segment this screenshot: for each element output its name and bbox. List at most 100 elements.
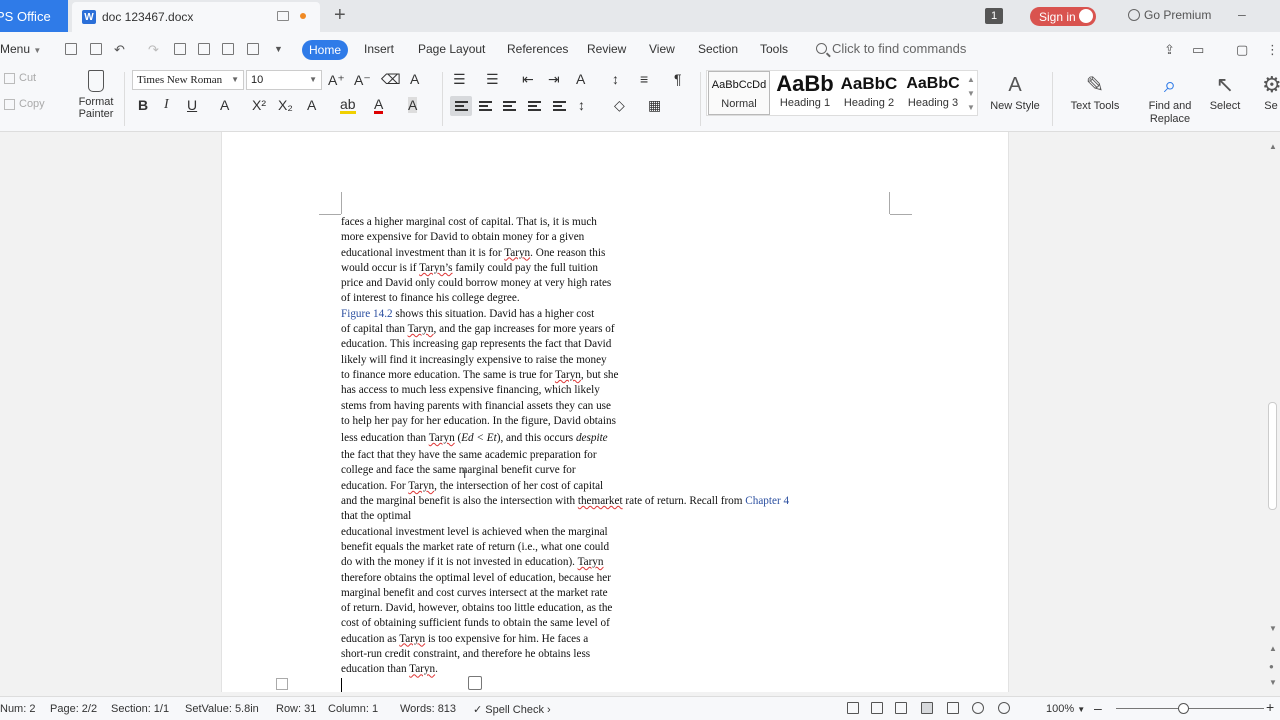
shrink-font-icon[interactable]: A⁻ [354, 72, 371, 89]
zoom-out-icon[interactable]: – [1094, 700, 1102, 716]
minimize-icon[interactable]: – [1238, 6, 1246, 22]
select-button[interactable]: ↖ Select [1204, 70, 1246, 113]
underline-icon[interactable]: U [187, 97, 197, 113]
character-shading-icon[interactable]: A [408, 97, 418, 113]
window-layout-icon[interactable]: ▭ [1192, 42, 1204, 58]
open-folder-icon[interactable] [90, 43, 102, 55]
paste-options-icon[interactable] [468, 676, 482, 690]
document-tab[interactable]: W doc 123467.docx [72, 2, 320, 32]
gallery-expand-icon[interactable]: ▼ [967, 103, 975, 112]
tab-references[interactable]: References [507, 42, 568, 56]
new-document-icon[interactable] [65, 43, 77, 55]
customize-toolbar-icon[interactable]: ▼ [274, 44, 283, 54]
increase-indent-icon[interactable]: ⇥ [548, 71, 560, 88]
bold-icon[interactable]: B [138, 97, 148, 113]
tab-section[interactable]: Section [698, 42, 738, 56]
line-spacing-menu-icon[interactable]: ≡ [640, 71, 648, 87]
text-tools-button[interactable]: ✎ Text Tools [1064, 70, 1126, 113]
read-mode-icon[interactable] [895, 702, 907, 714]
web-view-icon[interactable] [972, 702, 984, 714]
gallery-up-icon[interactable]: ▲ [967, 75, 975, 84]
zoom-slider-handle[interactable] [1178, 703, 1189, 714]
undo-icon[interactable]: ↶ [114, 42, 125, 58]
go-premium-button[interactable]: Go Premium [1128, 8, 1211, 22]
status-column[interactable]: Column: 1 [328, 703, 378, 715]
tab-tools[interactable]: Tools [760, 42, 788, 56]
share-icon[interactable]: ⇪ [1164, 42, 1175, 58]
new-style-button[interactable]: A New Style [985, 70, 1045, 112]
eye-protection-icon[interactable] [998, 702, 1010, 714]
window-count-badge[interactable]: 1 [985, 8, 1003, 24]
grow-font-icon[interactable]: A⁺ [328, 72, 345, 89]
scroll-down-icon[interactable]: ▼ [1269, 624, 1277, 633]
document-body[interactable]: faces a higher marginal cost of capital.… [341, 215, 881, 678]
tab-view[interactable]: View [649, 42, 675, 56]
show-marks-icon[interactable]: ¶ [674, 71, 682, 87]
command-search[interactable]: Click to find commands [816, 41, 966, 56]
print-icon[interactable] [222, 43, 234, 55]
previous-page-icon[interactable]: ▲ [1269, 644, 1277, 653]
superscript-icon[interactable]: X² [252, 97, 266, 113]
tab-page-layout[interactable]: Page Layout [418, 42, 485, 56]
export-pdf-icon[interactable] [198, 43, 210, 55]
select-browse-object-icon[interactable]: ● [1269, 662, 1274, 671]
align-left-icon[interactable] [455, 101, 468, 111]
zoom-in-icon[interactable]: + [1266, 699, 1274, 715]
italic-icon[interactable]: I [164, 97, 169, 113]
status-setvalue[interactable]: SetValue: 5.8in [185, 703, 259, 715]
save-icon[interactable] [174, 43, 186, 55]
page-view-icon[interactable] [921, 702, 933, 714]
line-spacing-icon[interactable]: ↕ [578, 97, 585, 113]
comment-icon[interactable]: ▢ [1236, 42, 1248, 58]
status-words[interactable]: Words: 813 [400, 703, 456, 715]
align-right-icon[interactable] [503, 101, 516, 111]
clear-format-icon[interactable]: ⌫ [381, 71, 401, 88]
style-normal[interactable]: AaBbCcDd Normal [708, 71, 770, 115]
style-heading-2[interactable]: AaBbC Heading 2 [837, 71, 901, 115]
document-tools-icon[interactable] [276, 678, 288, 690]
status-row[interactable]: Row: 31 [276, 703, 316, 715]
bullet-list-icon[interactable]: ☰ [453, 71, 466, 88]
tab-home[interactable]: Home [302, 40, 348, 60]
vertical-scrollbar[interactable]: ▲ ▼ ▲ ● ▼ [1266, 132, 1280, 692]
scroll-up-icon[interactable]: ▲ [1269, 142, 1277, 151]
strikethrough-icon[interactable]: A [220, 97, 229, 113]
print-preview-icon[interactable] [247, 43, 259, 55]
document-page[interactable]: faces a higher marginal cost of capital.… [221, 132, 1009, 692]
change-case-icon[interactable]: A [576, 71, 585, 87]
numbered-list-icon[interactable]: ☰ [486, 71, 499, 88]
outline-view-icon[interactable] [947, 702, 959, 714]
tab-insert[interactable]: Insert [364, 42, 394, 56]
zoom-slider[interactable] [1116, 708, 1264, 709]
phonetic-guide-icon[interactable]: A [410, 71, 419, 87]
decrease-indent-icon[interactable]: ⇤ [522, 71, 534, 88]
tab-review[interactable]: Review [587, 42, 626, 56]
document-canvas[interactable]: faces a higher marginal cost of capital.… [0, 132, 1266, 692]
justify-icon[interactable] [528, 101, 541, 111]
next-page-icon[interactable]: ▼ [1269, 678, 1277, 687]
style-heading-3[interactable]: AaBbC Heading 3 [901, 71, 965, 115]
sort-icon[interactable]: ↕ [612, 71, 619, 87]
highlight-icon[interactable]: ab [340, 97, 356, 114]
gallery-down-icon[interactable]: ▼ [967, 89, 975, 98]
status-page[interactable]: Page: 2/2 [50, 703, 97, 715]
font-size-select[interactable]: 10 ▼ [246, 70, 322, 90]
copy-button[interactable]: Copy [4, 98, 45, 110]
redo-icon[interactable]: ↷ [148, 42, 159, 58]
find-replace-button[interactable]: ⌕ Find and Replace [1140, 70, 1200, 126]
borders-icon[interactable]: ▦ [648, 97, 661, 114]
sign-in-button[interactable]: Sign in [1030, 7, 1096, 26]
shading-icon[interactable]: ◇ [614, 97, 625, 114]
new-tab-plus-icon[interactable]: + [334, 4, 346, 27]
settings-button-cut[interactable]: ⚙ Se [1262, 70, 1280, 113]
subscript-icon[interactable]: X₂ [278, 97, 293, 113]
status-num[interactable]: Num: 2 [0, 703, 35, 715]
text-effects-icon[interactable]: A [307, 97, 316, 113]
align-center-icon[interactable] [479, 101, 492, 111]
spell-check-button[interactable]: ✓ Spell Check › [473, 703, 551, 716]
zoom-level-select[interactable]: 100% ▼ [1046, 703, 1085, 715]
distribute-icon[interactable] [553, 101, 566, 111]
protect-icon[interactable] [847, 702, 859, 714]
status-section[interactable]: Section: 1/1 [111, 703, 169, 715]
font-color-icon[interactable]: A [374, 97, 384, 114]
